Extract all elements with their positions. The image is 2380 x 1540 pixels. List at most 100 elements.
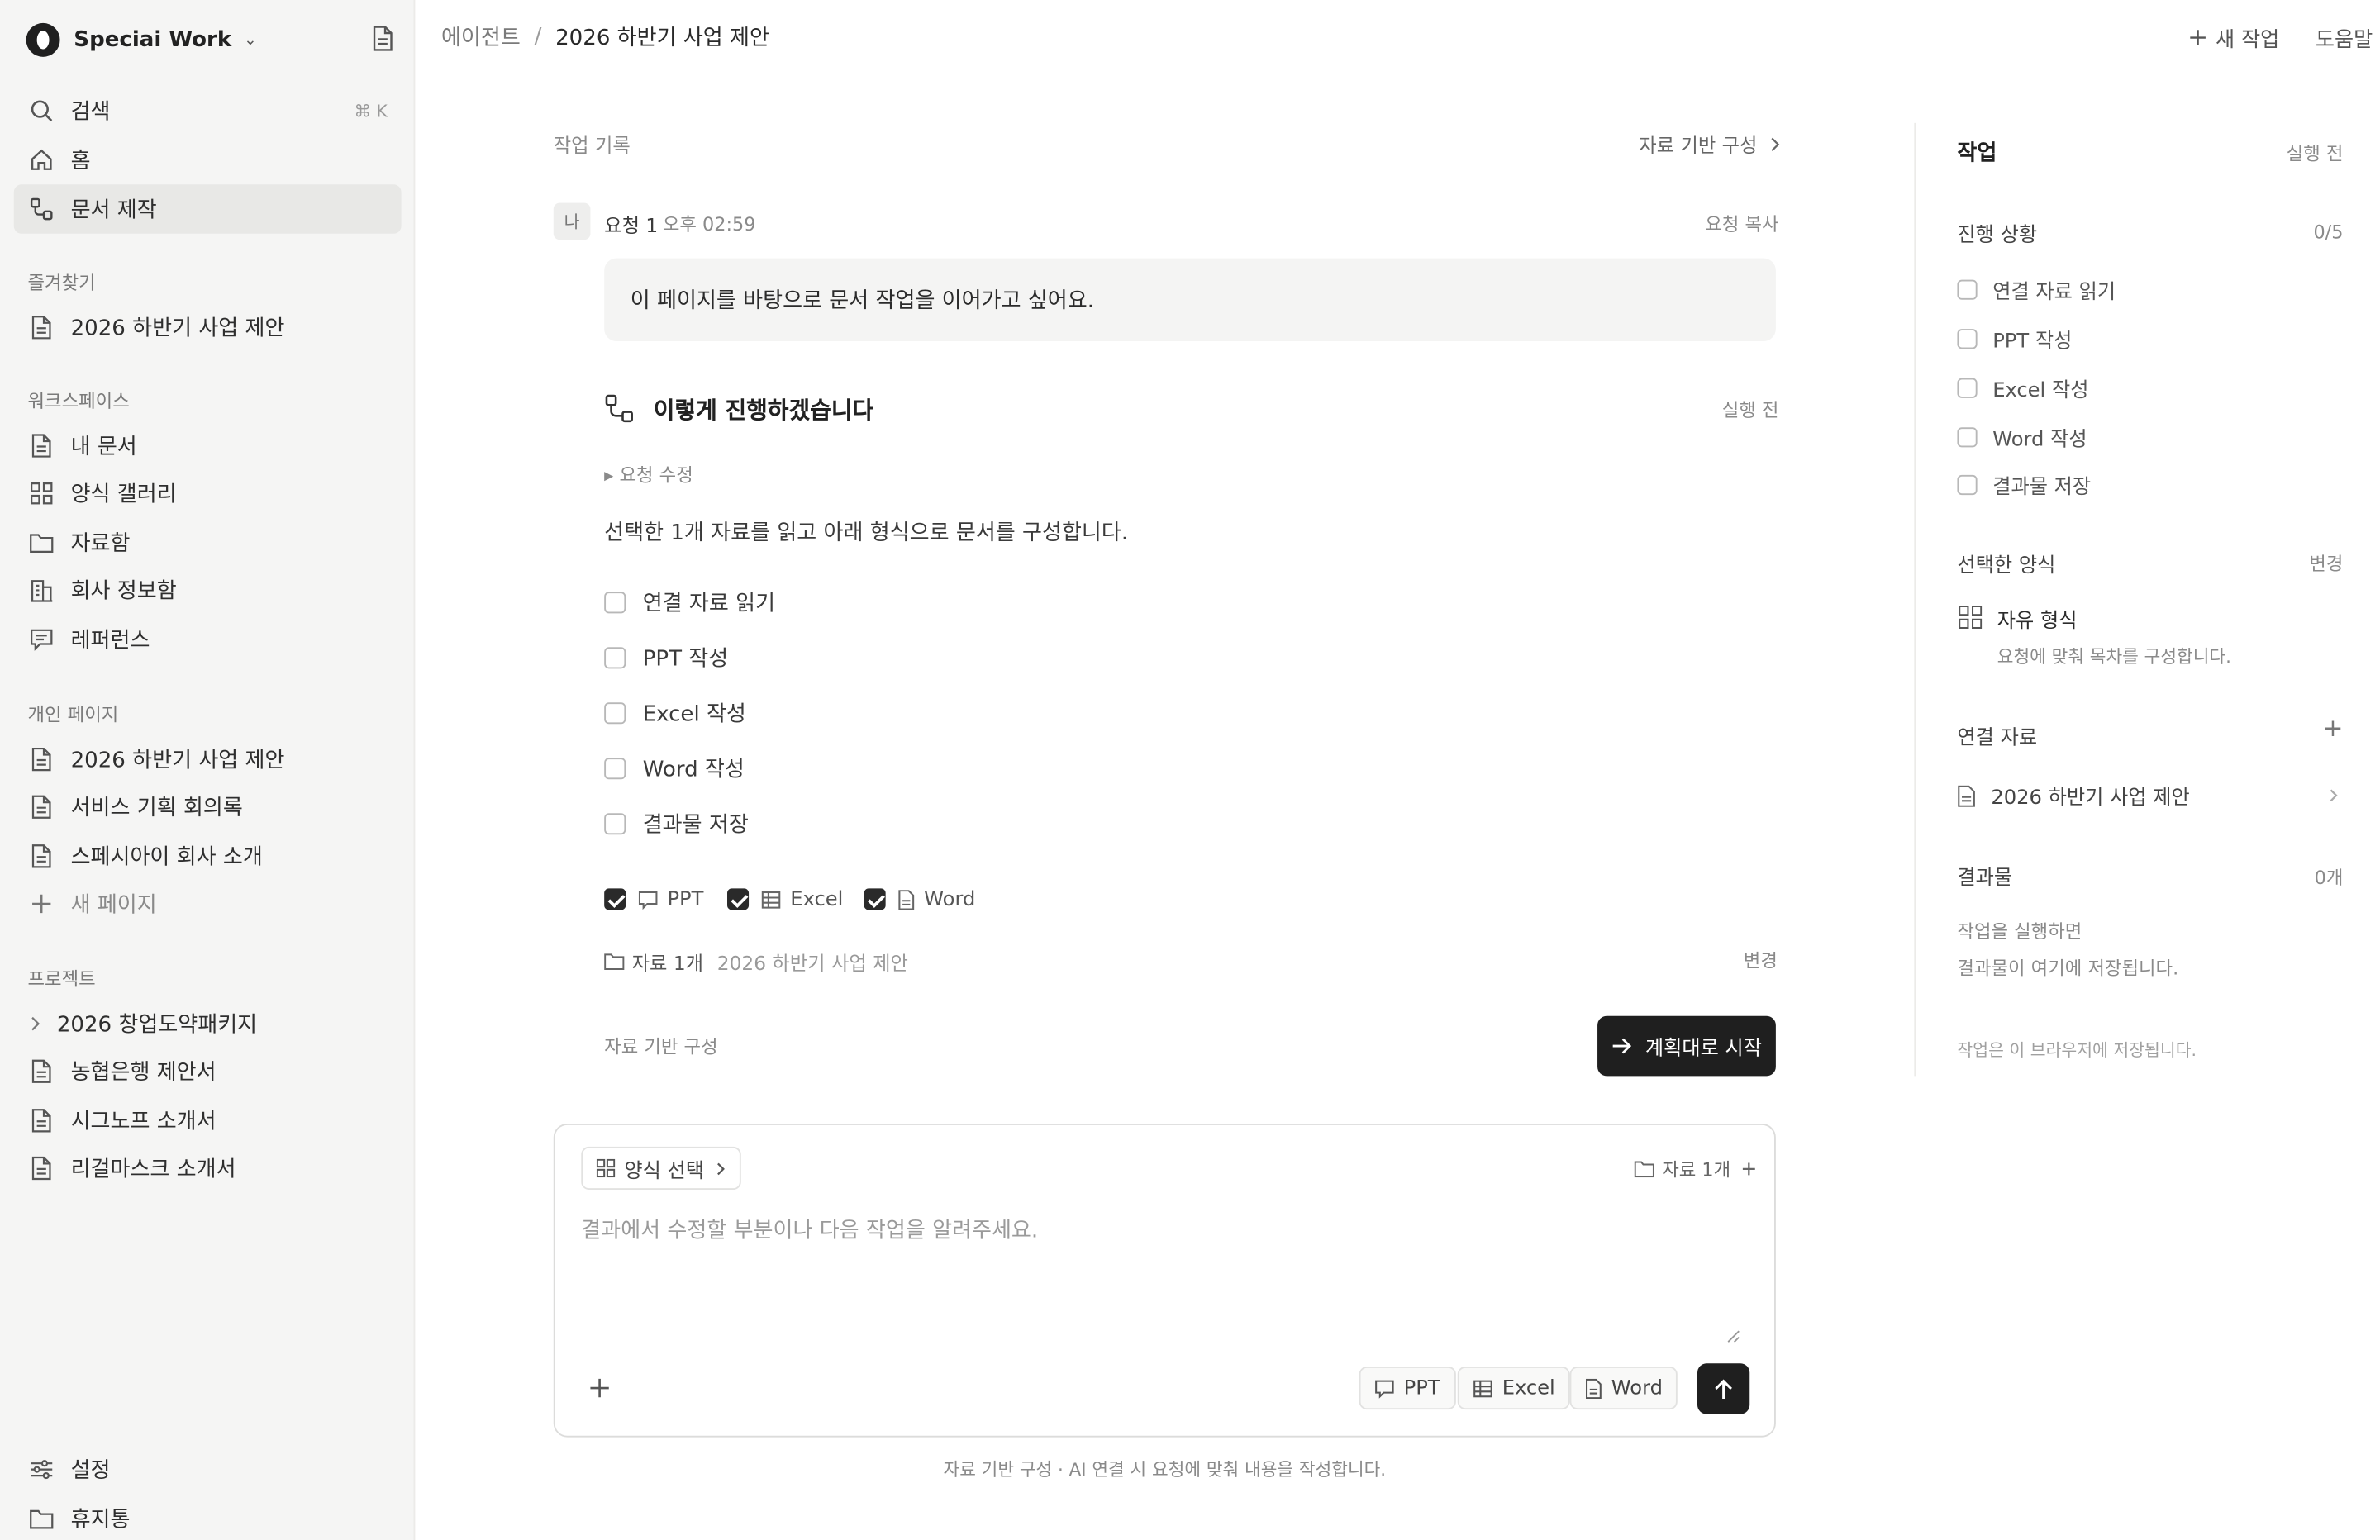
breadcrumb-separator: / [534, 24, 542, 50]
format-chip-label: PPT [1403, 1376, 1440, 1400]
format-toggle-excel[interactable]: Excel [727, 884, 843, 915]
linked-source-item[interactable]: 2026 하반기 사업 제안 [1957, 781, 2341, 810]
project-item[interactable]: 시그노프 소개서 [14, 1096, 402, 1146]
plan-step[interactable]: 결과물 저장 [604, 809, 749, 839]
request-message: 이 페이지를 바탕으로 문서 작업을 이어가고 싶어요. [604, 258, 1776, 342]
project-item[interactable]: 농협은행 제안서 [14, 1047, 402, 1096]
plan-step[interactable]: 연결 자료 읽기 [604, 587, 775, 618]
step-checkbox[interactable] [604, 758, 626, 780]
help-button[interactable]: 도움말 [2316, 21, 2373, 52]
sidebar-item-trash[interactable]: 휴지통 [14, 1494, 402, 1540]
step-checkbox[interactable] [604, 592, 626, 614]
sidebar-item-company-info[interactable]: 회사 정보함 [14, 566, 402, 616]
project-item[interactable]: 2026 창업도약패키지 [14, 999, 402, 1048]
sidebar-item-label: 농협은행 제안서 [70, 1060, 217, 1086]
sidebar-item-doc-make[interactable]: 문서 제작 [13, 184, 402, 234]
workspace-switcher[interactable]: Speciai Work ⌄ [26, 21, 396, 59]
favorite-item[interactable]: 2026 하반기 사업 제안 [14, 303, 402, 353]
presentation-icon [638, 889, 658, 910]
sidebar-item-label: 내 문서 [70, 435, 137, 460]
output-count: 0개 [2314, 867, 2344, 889]
step-label: Excel 작성 [642, 702, 746, 728]
composer-source-count: 자료 1개 [1662, 1158, 1731, 1181]
start-plan-label: 계획대로 시작 [1645, 1037, 1763, 1061]
breadcrumb-parent[interactable]: 에이전트 [441, 21, 521, 52]
source-name: 2026 하반기 사업 제안 [716, 951, 908, 975]
start-plan-button[interactable]: 계획대로 시작 [1597, 1015, 1776, 1077]
sidebar-item-home[interactable]: 홈 [14, 135, 402, 185]
format-checkbox[interactable] [604, 888, 626, 910]
progress-count: 0/5 [2313, 221, 2344, 243]
edit-request-toggle[interactable]: ▸ 요청 수정 [604, 461, 693, 487]
sidebar-item-template-gallery[interactable]: 양식 갤러리 [14, 468, 402, 518]
format-checkbox[interactable] [727, 888, 750, 910]
composer-format-word[interactable]: Word [1569, 1366, 1678, 1410]
mode-link[interactable]: 자료 기반 구성 [1639, 129, 1780, 158]
panel-step: Word 작성 [1957, 423, 2087, 452]
change-source-button[interactable]: 변경 [1744, 947, 1778, 973]
send-button[interactable] [1697, 1363, 1750, 1414]
step-label: 결과물 저장 [1992, 476, 2092, 500]
personal-page-item[interactable]: 2026 하반기 사업 제안 [14, 734, 402, 784]
workspace-name: Speciai Work [74, 27, 232, 53]
document-icon [27, 1058, 55, 1085]
step-label: Word 작성 [1992, 429, 2087, 452]
plan-step[interactable]: Excel 작성 [604, 698, 746, 729]
sidebar-item-reference[interactable]: 레퍼런스 [14, 615, 402, 664]
linked-add-button[interactable]: + [2322, 713, 2343, 742]
sidebar-item-label: 회사 정보함 [70, 579, 177, 605]
template-change-button[interactable]: 변경 [2309, 550, 2343, 577]
format-label: Word [924, 887, 976, 911]
composer-source-chip[interactable]: 자료 1개 [1634, 1156, 1755, 1182]
sidebar-item-library[interactable]: 자료함 [14, 518, 402, 568]
sidebar-item-my-docs[interactable]: 내 문서 [14, 421, 402, 471]
source-summary: 자료 1개 2026 하반기 사업 제안 [604, 947, 908, 976]
step-checkbox[interactable] [604, 647, 626, 669]
composer-format-ppt[interactable]: PPT [1359, 1366, 1456, 1410]
project-item[interactable]: 리걸마스크 소개서 [14, 1143, 402, 1193]
composer-format-excel[interactable]: Excel [1457, 1366, 1571, 1410]
sidebar-item-label: 설정 [70, 1458, 111, 1484]
format-toggle-word[interactable]: Word [864, 884, 976, 915]
format-checkbox[interactable] [864, 888, 886, 910]
template-select-chip[interactable]: 양식 선택 [581, 1146, 741, 1191]
format-toggle-ppt[interactable]: PPT [604, 884, 703, 915]
sidebar-item-settings[interactable]: 설정 [14, 1445, 402, 1495]
avatar: 나 [553, 202, 591, 240]
resize-handle-icon[interactable] [1726, 1320, 1740, 1349]
sidebar-item-label: 레퍼런스 [70, 628, 150, 654]
new-page-button[interactable]: 새 페이지 [14, 879, 402, 929]
plan-step[interactable]: PPT 작성 [604, 643, 728, 673]
sidebar-item-label: 홈 [70, 149, 91, 174]
folder-icon [27, 529, 55, 556]
table-icon [1473, 1378, 1492, 1398]
sidebar-search[interactable]: 검색 ⌘ K [14, 86, 402, 135]
plan-step[interactable]: Word 작성 [604, 753, 745, 784]
step-checkbox[interactable] [604, 702, 626, 725]
format-chip-label: Excel [1502, 1376, 1555, 1400]
format-label: Excel [790, 887, 844, 911]
document-icon [27, 1154, 55, 1181]
arrow-right-icon [1611, 1038, 1632, 1054]
personal-page-item[interactable]: 서비스 기획 회의록 [14, 782, 402, 832]
composer-input[interactable] [581, 1214, 1750, 1338]
chevron-right-icon[interactable] [27, 1010, 43, 1037]
copy-request-button[interactable]: 요청 복사 [1705, 211, 1778, 237]
new-document-icon[interactable] [370, 25, 395, 59]
panel-step: 결과물 저장 [1957, 470, 2092, 500]
chevron-right-icon [716, 1162, 726, 1176]
plan-description: 선택한 1개 자료를 읽고 아래 형식으로 문서를 구성합니다. [604, 520, 1129, 546]
step-label: Excel 작성 [1992, 379, 2089, 403]
plus-icon[interactable] [1741, 1162, 1755, 1176]
sidebar-item-label: 서비스 기획 회의록 [70, 796, 243, 821]
sidebar: Speciai Work ⌄ 검색 ⌘ K 홈 문서 제작 즐겨찾기 2026 … [0, 0, 416, 1540]
step-checkbox [1957, 474, 1978, 496]
new-task-button[interactable]: 새 작업 [2189, 21, 2279, 52]
format-label: PPT [667, 887, 704, 911]
plus-icon[interactable] [589, 1376, 611, 1405]
sidebar-item-label: 양식 갤러리 [70, 482, 177, 507]
sidebar-item-label: 휴지통 [70, 1508, 131, 1533]
sidebar-item-label: 시그노프 소개서 [70, 1110, 217, 1135]
step-checkbox[interactable] [604, 813, 626, 835]
personal-page-item[interactable]: 스페시아이 회사 소개 [14, 832, 402, 882]
